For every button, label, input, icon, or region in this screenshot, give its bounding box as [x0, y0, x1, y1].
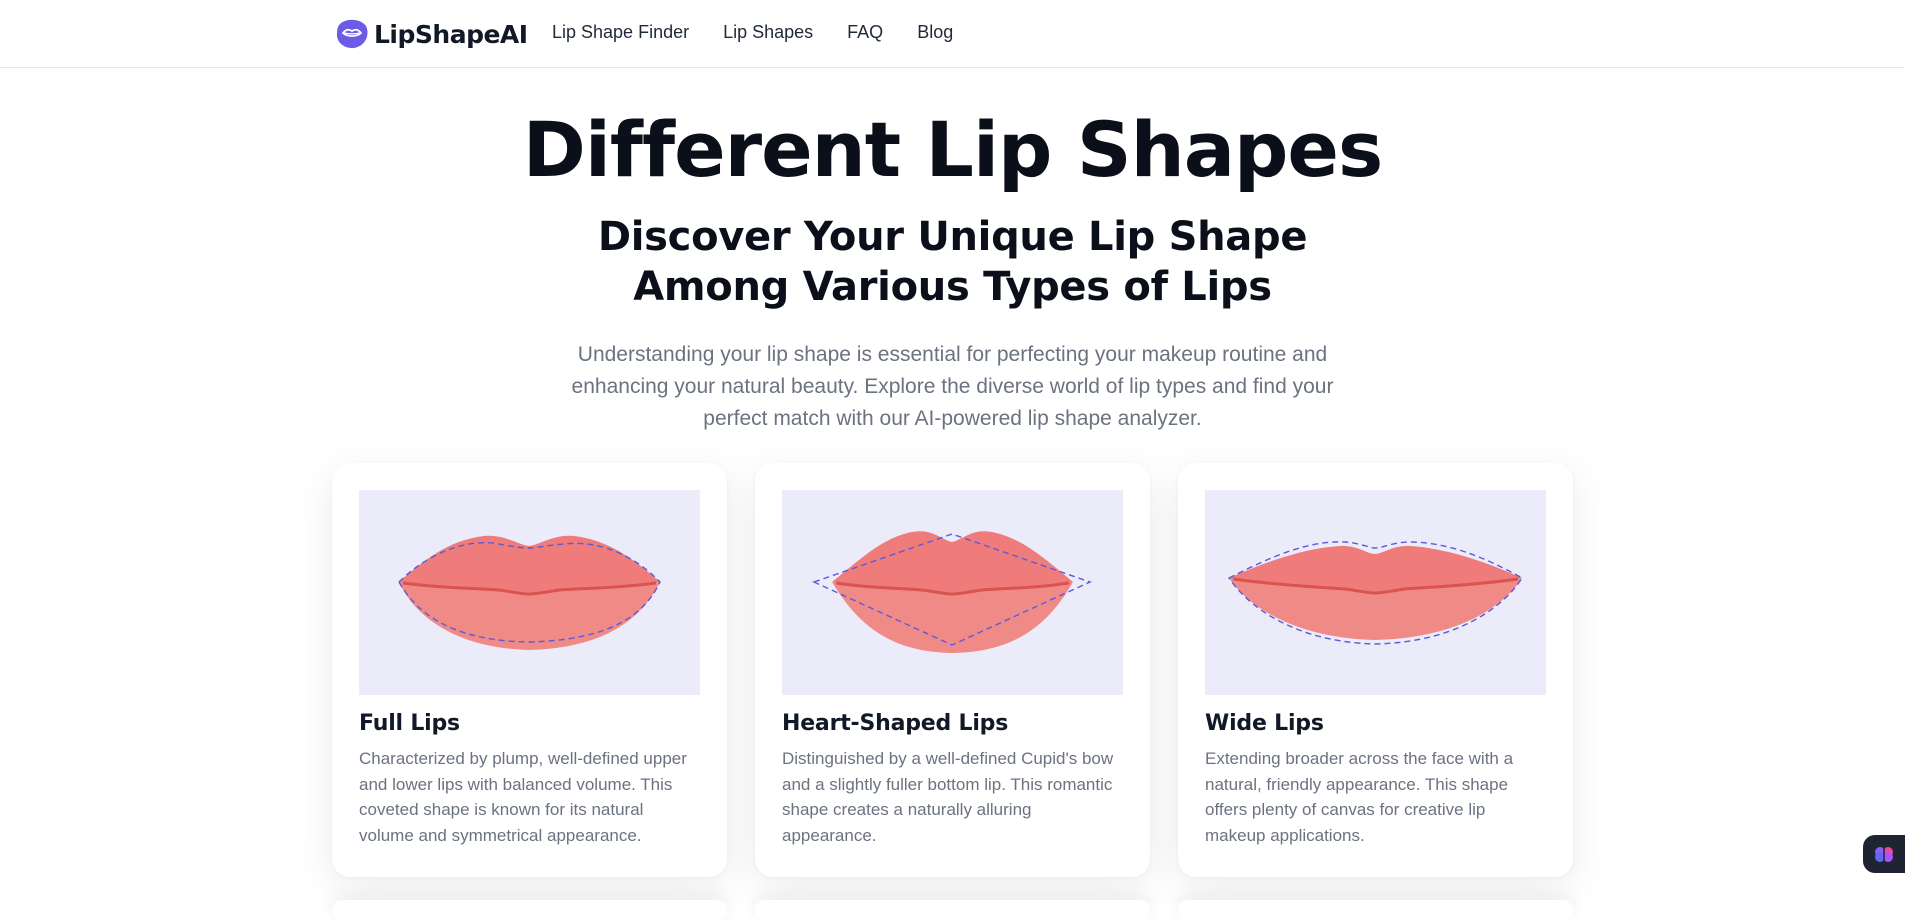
lips-logo-icon [336, 19, 368, 49]
heart-shaped-lips-illustration-icon [782, 490, 1123, 695]
brain-icon [1875, 847, 1893, 862]
lip-shape-card-full[interactable]: Full Lips Characterized by plump, well-d… [332, 463, 727, 877]
card-description: Characterized by plump, well-defined upp… [359, 749, 687, 845]
next-card-peek [332, 900, 727, 920]
nav-lip-shape-finder[interactable]: Lip Shape Finder [552, 22, 689, 43]
nav-lip-shapes[interactable]: Lip Shapes [723, 22, 813, 43]
lip-shape-cards: Full Lips Characterized by plump, well-d… [332, 463, 1573, 877]
card-title: Full Lips [359, 711, 460, 736]
next-card-peek [755, 900, 1150, 920]
wide-lips-illustration-icon [1205, 490, 1546, 695]
brand-link[interactable]: LipShapeAI [334, 16, 528, 52]
page-subtitle: Discover Your Unique Lip Shape Among Var… [597, 214, 1308, 310]
card-description: Extending broader across the face with a… [1205, 749, 1514, 845]
assistant-widget-button[interactable] [1863, 835, 1905, 873]
card-title: Wide Lips [1205, 711, 1324, 736]
page-title: Different Lip Shapes [522, 105, 1383, 194]
page-description: Understanding your lip shape is essentia… [571, 343, 1334, 430]
lip-shape-card-heart[interactable]: Heart-Shaped Lips Distinguished by a wel… [755, 463, 1150, 877]
next-card-peek [1178, 900, 1573, 920]
full-lips-illustration-icon [359, 490, 700, 695]
site-header: LipShapeAI Lip Shape Finder Lip Shapes F… [0, 0, 1905, 68]
lip-shape-card-wide[interactable]: Wide Lips Extending broader across the f… [1178, 463, 1573, 877]
nav-blog[interactable]: Blog [917, 22, 953, 43]
brand-name: LipShapeAI [374, 19, 528, 49]
card-title: Heart-Shaped Lips [782, 711, 1009, 736]
nav-faq[interactable]: FAQ [847, 22, 883, 43]
card-description: Distinguished by a well-defined Cupid's … [782, 749, 1114, 845]
main-nav: Lip Shape Finder Lip Shapes FAQ Blog [552, 22, 953, 43]
